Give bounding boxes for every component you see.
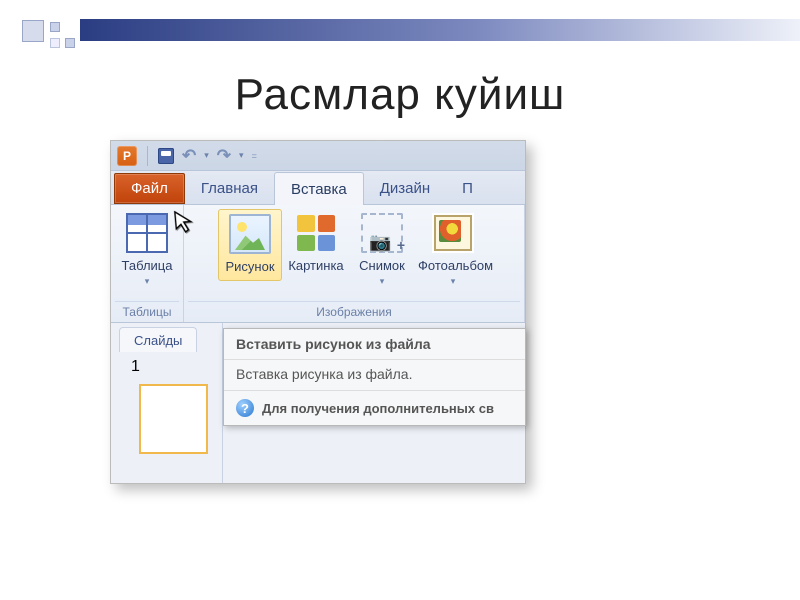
- cmd-insert-picture[interactable]: Рисунок: [218, 209, 282, 281]
- tab-next-cut[interactable]: П: [446, 172, 477, 204]
- group-label-images: Изображения: [188, 301, 520, 322]
- cmd-clipart-label: Картинка: [288, 258, 343, 273]
- clipart-icon: [295, 213, 337, 253]
- undo-menu-icon[interactable]: ▾: [204, 150, 209, 161]
- screenshot-icon: +: [361, 213, 403, 253]
- redo-icon[interactable]: ↷: [217, 146, 231, 166]
- tooltip-title: Вставить рисунок из файла: [224, 329, 525, 359]
- tab-home[interactable]: Главная: [185, 172, 274, 204]
- dropdown-arrow-icon: ▾: [418, 276, 488, 287]
- tab-insert[interactable]: Вставка: [274, 172, 364, 205]
- slide-thumb-frame: [139, 384, 208, 454]
- slide-number: 1: [131, 358, 140, 375]
- edit-area: Вставить рисунок из файла Вставка рисунк…: [223, 323, 525, 483]
- cmd-table[interactable]: Таблица ▾: [115, 209, 179, 291]
- slide-panel: Слайды 1: [111, 323, 223, 483]
- cmd-photo-album[interactable]: Фотоальбом ▾: [416, 209, 490, 291]
- ribbon: Таблица ▾ Таблицы Рисунок Картинка: [111, 205, 525, 323]
- table-icon: [126, 213, 168, 253]
- qat-separator: [147, 146, 148, 166]
- qat-customize-icon[interactable]: ▾: [239, 150, 244, 161]
- undo-icon[interactable]: ↶: [182, 146, 196, 166]
- cmd-clipart[interactable]: Картинка: [284, 209, 348, 279]
- save-icon[interactable]: [158, 148, 174, 164]
- cmd-picture-label: Рисунок: [225, 259, 274, 274]
- tooltip-help: ? Для получения дополнительных св: [224, 390, 525, 425]
- app-icon[interactable]: P: [117, 146, 137, 166]
- ribbon-group-images: Рисунок Картинка + Снимок ▾ Фотоальбом: [184, 205, 525, 322]
- powerpoint-window: P ↶ ▾ ↷ ▾ = Файл Главная Вставка Дизайн …: [110, 140, 526, 484]
- slide-top-bar: [80, 19, 800, 41]
- slide-thumbnail[interactable]: 1: [131, 358, 216, 454]
- tab-design[interactable]: Дизайн: [364, 172, 446, 204]
- ribbon-tabs: Файл Главная Вставка Дизайн П: [111, 171, 525, 205]
- ribbon-group-tables: Таблица ▾ Таблицы: [111, 205, 184, 322]
- dropdown-arrow-icon: ▾: [117, 276, 177, 287]
- cmd-table-label: Таблица: [122, 258, 173, 273]
- quick-access-toolbar: P ↶ ▾ ↷ ▾ =: [111, 141, 525, 171]
- workspace: Слайды 1 Вставить рисунок из файла Встав…: [111, 323, 525, 483]
- page-title: Расмлар куйиш: [0, 70, 800, 120]
- help-icon: ?: [236, 399, 254, 417]
- tooltip: Вставить рисунок из файла Вставка рисунк…: [223, 328, 526, 426]
- tooltip-help-text: Для получения дополнительных св: [262, 401, 494, 416]
- qat-overflow-icon[interactable]: =: [252, 151, 257, 161]
- photo-album-icon: [432, 213, 474, 253]
- group-label-tables: Таблицы: [115, 301, 179, 322]
- dropdown-arrow-icon: ▾: [352, 276, 412, 287]
- slides-tab[interactable]: Слайды: [119, 327, 197, 352]
- tab-file[interactable]: Файл: [114, 173, 185, 204]
- cmd-screenshot-label: Снимок: [359, 258, 405, 273]
- tooltip-body: Вставка рисунка из файла.: [224, 359, 525, 390]
- cmd-album-label: Фотоальбом: [418, 258, 493, 273]
- picture-icon: [229, 214, 271, 254]
- cmd-screenshot[interactable]: + Снимок ▾: [350, 209, 414, 291]
